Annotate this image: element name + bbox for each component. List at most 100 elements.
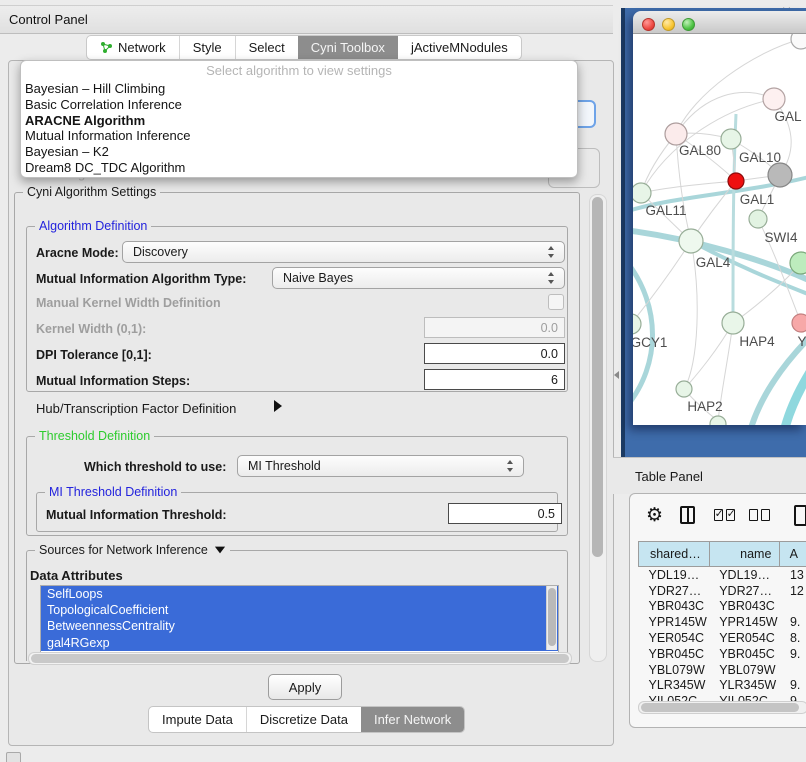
select-all-checkbox-icon[interactable]: [714, 509, 723, 521]
network-node-gal10[interactable]: [721, 129, 741, 149]
close-traffic-light-icon[interactable]: [642, 18, 655, 31]
algorithm-option[interactable]: ARACNE Algorithm: [21, 113, 577, 129]
network-canvas[interactable]: GALGAL80GAL10GAL1GAL11SWI4GAL4GCY1HAP4YH…: [633, 34, 806, 425]
settings-scrollbar-thumb[interactable]: [592, 197, 603, 557]
network-node-hap4[interactable]: [722, 312, 744, 334]
tab-jactivemnodules[interactable]: jActiveMNodules: [398, 36, 521, 59]
node-attribute-table[interactable]: shared…nameAYDL19…YDL19…13YDR27…YDR27…12…: [638, 541, 806, 709]
aracne-mode-select[interactable]: Discovery: [122, 241, 565, 263]
column-header[interactable]: A: [780, 542, 806, 567]
apply-button[interactable]: Apply: [268, 674, 342, 700]
data-attributes-label: Data Attributes: [30, 568, 123, 583]
mi-algorithm-type-value: Naive Bayes: [283, 271, 353, 285]
table-row[interactable]: YPR145WYPR145W9.: [639, 614, 806, 630]
data-attributes-list[interactable]: SelfLoopsTopologicalCoefficientBetweenne…: [40, 585, 559, 653]
hub-expand-arrow-icon[interactable]: [274, 400, 282, 412]
export-table-icon[interactable]: [794, 505, 806, 526]
table-row[interactable]: YER054CYER054C8.: [639, 630, 806, 646]
table-hscrollbar[interactable]: [638, 701, 806, 714]
table-cell: YLR345W: [639, 678, 710, 694]
table-cell: YDL19…: [709, 567, 780, 583]
algorithm-option[interactable]: Basic Correlation Inference: [21, 97, 577, 113]
table-cell: YPR145W: [639, 614, 710, 630]
minimize-traffic-light-icon[interactable]: [662, 18, 675, 31]
column-header[interactable]: name: [709, 542, 780, 567]
attribute-item[interactable]: gal4RGexp: [41, 635, 558, 651]
network-node[interactable]: [728, 173, 744, 189]
node-label: Y: [797, 334, 806, 349]
table-row[interactable]: YLR345WYLR345W9.: [639, 678, 806, 694]
table-cell: YDR27…: [709, 583, 780, 599]
hub-definition-label: Hub/Transcription Factor Definition: [36, 401, 236, 416]
tab-network[interactable]: Network: [87, 36, 179, 59]
attribute-item[interactable]: SelfLoops: [41, 586, 558, 602]
network-node[interactable]: [710, 416, 726, 425]
kernel-width-field[interactable]: 0.0: [424, 317, 565, 338]
network-node-gal11[interactable]: [633, 183, 651, 203]
deselect-all-checkbox-icon[interactable]: [749, 509, 758, 521]
attribute-item[interactable]: TopologicalCoefficient: [41, 602, 558, 618]
table-cell: YDR27…: [639, 583, 710, 599]
gear-icon[interactable]: ⚙: [646, 506, 663, 525]
table-row[interactable]: YBL079WYBL079W: [639, 662, 806, 678]
algorithm-option[interactable]: Bayesian – K2: [21, 144, 577, 160]
mi-algorithm-type-select[interactable]: Naive Bayes: [272, 267, 565, 289]
dpi-tolerance-label: DPI Tolerance [0,1]:: [36, 348, 152, 362]
node-label: GAL10: [739, 150, 781, 165]
column-header[interactable]: shared…: [639, 542, 710, 567]
network-node-gal80[interactable]: [665, 123, 687, 145]
mi-steps-field[interactable]: 6: [424, 369, 565, 390]
algorithm-option[interactable]: Dream8 DC_TDC Algorithm: [21, 160, 577, 176]
table-row[interactable]: YBR045CYBR045C9.: [639, 646, 806, 662]
attribute-item[interactable]: BetweennessCentrality: [41, 618, 558, 634]
sources-collapse-arrow-icon[interactable]: [215, 547, 225, 554]
tab-infer-network[interactable]: Infer Network: [361, 707, 464, 732]
columns-icon[interactable]: [680, 506, 695, 524]
table-row[interactable]: YDR27…YDR27…12: [639, 583, 806, 599]
table-cell: 13: [780, 567, 806, 583]
node-label: HAP2: [687, 399, 722, 414]
threshold-definition-title: Threshold Definition: [35, 429, 154, 443]
tab-discretize-data[interactable]: Discretize Data: [246, 707, 361, 732]
minimized-widget-icon[interactable]: [6, 752, 21, 762]
mi-threshold-field[interactable]: 0.5: [448, 503, 562, 524]
zoom-traffic-light-icon[interactable]: [682, 18, 695, 31]
manual-kernel-checkbox[interactable]: [548, 294, 564, 310]
deselect-all-checkbox-icon[interactable]: [761, 509, 770, 521]
tab-impute-data[interactable]: Impute Data: [149, 707, 246, 732]
network-node-gal[interactable]: [763, 88, 785, 110]
network-node[interactable]: [791, 34, 806, 49]
select-all-checkbox-icon[interactable]: [726, 509, 735, 521]
algorithm-option[interactable]: Bayesian – Hill Climbing: [21, 81, 577, 97]
network-node-y[interactable]: [792, 314, 806, 332]
network-node-gal1[interactable]: [768, 163, 792, 187]
attributes-hscrollbar[interactable]: [28, 652, 572, 665]
node-label: GAL: [774, 109, 802, 124]
table-cell: YBR045C: [639, 646, 710, 662]
network-node-gal4[interactable]: [679, 229, 703, 253]
table-cell: YBL079W: [639, 662, 710, 678]
table-cell: 9.: [780, 678, 806, 694]
which-threshold-select[interactable]: MI Threshold: [237, 455, 524, 477]
network-window-titlebar[interactable]: [633, 11, 806, 34]
mi-algorithm-type-label: Mutual Information Algorithm Type:: [36, 272, 246, 286]
settings-scrollbar-track[interactable]: [589, 194, 607, 662]
node-label: GAL4: [696, 255, 731, 270]
table-cell: 12: [780, 583, 806, 599]
table-cell: 9.: [780, 646, 806, 662]
tab-label: jActiveMNodules: [411, 40, 508, 55]
network-node-hap2[interactable]: [676, 381, 692, 397]
table-row[interactable]: YDL19…YDL19…13: [639, 567, 806, 583]
dpi-tolerance-field[interactable]: 0.0: [424, 343, 565, 364]
tab-select[interactable]: Select: [235, 36, 298, 59]
tab-cyni-toolbox[interactable]: Cyni Toolbox: [298, 36, 398, 59]
table-row[interactable]: YBR043CYBR043C: [639, 599, 806, 615]
network-node-swi4[interactable]: [749, 210, 767, 228]
attributes-scrollbar[interactable]: [546, 586, 557, 650]
algorithm-option[interactable]: Mutual Information Inference: [21, 128, 577, 144]
tab-style[interactable]: Style: [179, 36, 235, 59]
table-panel-body: ⚙ shared…nameAYDL19…YDL19…13YDR27…YDR27……: [629, 493, 806, 728]
network-node-gcy1[interactable]: [633, 314, 641, 334]
panel-resize-arrow-icon[interactable]: [614, 371, 619, 379]
network-node[interactable]: [790, 252, 806, 274]
